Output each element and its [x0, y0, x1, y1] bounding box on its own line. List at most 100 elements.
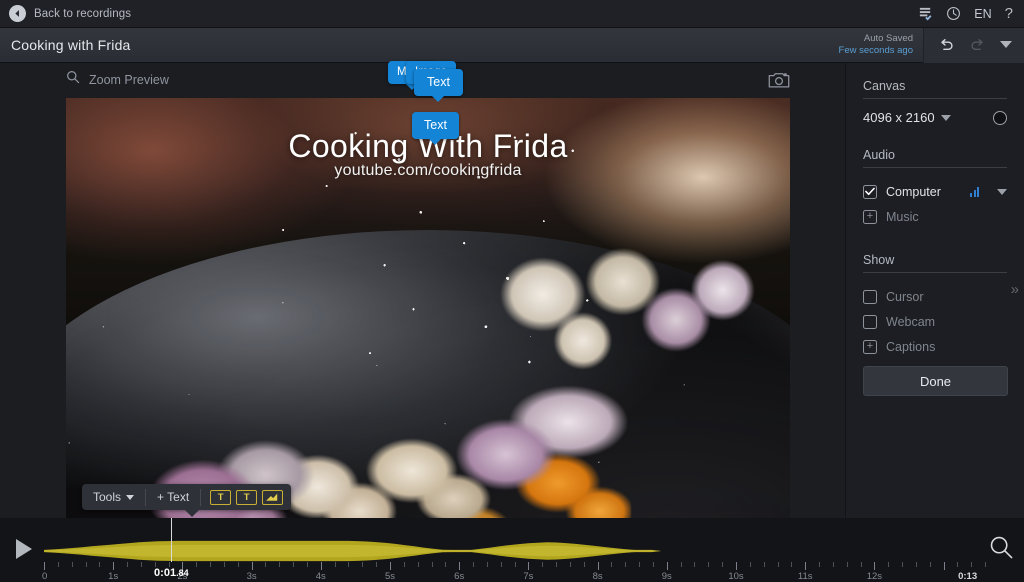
ruler-tick [362, 562, 364, 567]
timeline-zoom-search-icon[interactable] [988, 534, 1014, 565]
ruler-tick [459, 562, 461, 570]
show-item-captions[interactable]: + Captions [863, 334, 1007, 359]
show-captions-label: Captions [886, 339, 936, 354]
section-divider [863, 98, 1007, 99]
add-plus-icon[interactable]: + [863, 339, 877, 354]
text-style-1-icon[interactable]: T [210, 489, 232, 505]
ruler-tick [915, 562, 917, 567]
ruler-tick [583, 562, 585, 567]
audio-item-music[interactable]: + Music [863, 204, 1007, 229]
checkbox-unchecked-icon[interactable] [863, 289, 877, 304]
ruler-tick [390, 562, 391, 570]
language-selector[interactable]: EN [974, 7, 991, 21]
ruler-label: 12s [866, 571, 883, 582]
show-item-webcam[interactable]: Webcam [863, 309, 1007, 334]
video-preview[interactable]: Cooking With Frida youtube.com/cookingfr… [66, 98, 790, 538]
chevron-double-right-icon[interactable]: » [1011, 281, 1019, 298]
ruler-tick [403, 562, 405, 567]
canvas-resolution-value[interactable]: 4096 x 2160 [863, 110, 935, 125]
ruler-tick [237, 562, 239, 567]
ruler-tick [929, 562, 931, 567]
record-indicator[interactable] [993, 110, 1007, 125]
ruler-tick [334, 562, 336, 567]
tools-menu-button[interactable]: Tools [82, 490, 145, 504]
page-title[interactable]: Cooking with Frida [0, 37, 131, 53]
ruler-tick [805, 562, 807, 570]
canvas-resolution-row: 4096 x 2160 [863, 110, 1007, 125]
redo-arrow-icon[interactable] [969, 38, 986, 53]
audio-music-label: Music [886, 209, 919, 224]
zoom-preview-button[interactable]: Zoom Preview [66, 70, 169, 89]
callout-text-2[interactable]: Text [412, 112, 459, 139]
image-insert-icon[interactable] [262, 489, 284, 505]
text-style-2-icon[interactable]: T [236, 489, 258, 505]
ruler-label: 5s [384, 571, 396, 582]
clock-history-icon[interactable] [946, 6, 961, 21]
ruler-tick [542, 562, 544, 567]
ruler-tick [113, 562, 115, 570]
properties-panel: Canvas 4096 x 2160 Audio Computer + Musi… [845, 63, 1024, 582]
ruler-tick [943, 562, 945, 570]
section-divider [863, 272, 1007, 273]
playhead-time-label: 0:01.84 [154, 567, 189, 579]
tools-label: Tools [93, 490, 122, 504]
ruler-tick [985, 562, 987, 567]
history-controls [923, 27, 1024, 63]
undo-arrow-icon[interactable] [938, 38, 955, 53]
ruler-tick [708, 562, 710, 567]
add-plus-icon[interactable]: + [863, 209, 877, 224]
ruler-tick [749, 562, 751, 567]
chevron-down-icon[interactable] [940, 114, 951, 121]
ruler-tick [888, 562, 890, 567]
show-item-cursor[interactable]: Cursor [863, 284, 1007, 309]
ruler-tick [957, 562, 959, 567]
ruler-tick [666, 562, 668, 570]
ruler-tick [293, 562, 295, 567]
timeline: 0 1s 2s 3s 4s 5s 6s 7s 8s 9s 10s 11s 12s 0:13 0:01.84 [0, 518, 1024, 582]
ruler-label: 1s [108, 571, 119, 582]
callout-text-1[interactable]: Text [414, 69, 463, 96]
checkbox-checked-icon[interactable] [863, 184, 877, 199]
autosave-timestamp[interactable]: Few seconds ago [839, 45, 913, 57]
camera-icon[interactable] [768, 71, 790, 94]
done-button[interactable]: Done [863, 366, 1008, 396]
ruler-tick [376, 562, 378, 567]
ruler-label: 4s [315, 571, 326, 582]
play-triangle-icon[interactable] [14, 538, 34, 565]
show-section-title: Show [863, 253, 895, 267]
audio-dropdown-chevron-icon[interactable] [997, 188, 1007, 195]
timeline-duration-label: 0:13 [958, 571, 978, 582]
ruler-tick [694, 562, 696, 567]
ruler-tick [528, 562, 530, 570]
audio-track[interactable] [44, 540, 984, 562]
audio-computer-label: Computer [886, 184, 941, 199]
audio-section: Audio Computer + Music [846, 148, 1024, 229]
ruler-tick [57, 562, 59, 567]
playhead[interactable] [171, 518, 173, 562]
ruler-tick [265, 562, 267, 567]
ruler-tick [819, 562, 821, 567]
canvas-section: Canvas 4096 x 2160 [846, 79, 1024, 125]
audio-item-computer[interactable]: Computer [863, 179, 1007, 204]
history-chevron-down-icon[interactable] [1000, 41, 1012, 49]
ruler-tick [971, 562, 973, 567]
ruler-tick [85, 562, 87, 567]
ruler-tick [832, 562, 834, 567]
checkbox-unchecked-icon[interactable] [863, 314, 877, 329]
checklist-icon[interactable] [918, 6, 933, 21]
back-to-recordings-button[interactable]: Back to recordings [0, 5, 131, 22]
chevron-down-icon [126, 494, 135, 500]
ruler-tick [127, 562, 129, 567]
add-text-button[interactable]: + Text [146, 490, 200, 504]
ruler-tick [639, 562, 641, 567]
ruler-tick [140, 562, 142, 567]
ruler-tick [680, 562, 682, 567]
autosave-label: Auto Saved [863, 33, 913, 45]
section-divider [863, 167, 1007, 168]
ruler-tick [860, 562, 862, 567]
help-icon[interactable]: ? [1005, 6, 1013, 21]
ruler-label: 0 [42, 571, 48, 582]
top-bar-actions: EN ? [918, 6, 1024, 21]
show-webcam-label: Webcam [886, 314, 936, 329]
ruler-label: 11s [797, 571, 813, 582]
